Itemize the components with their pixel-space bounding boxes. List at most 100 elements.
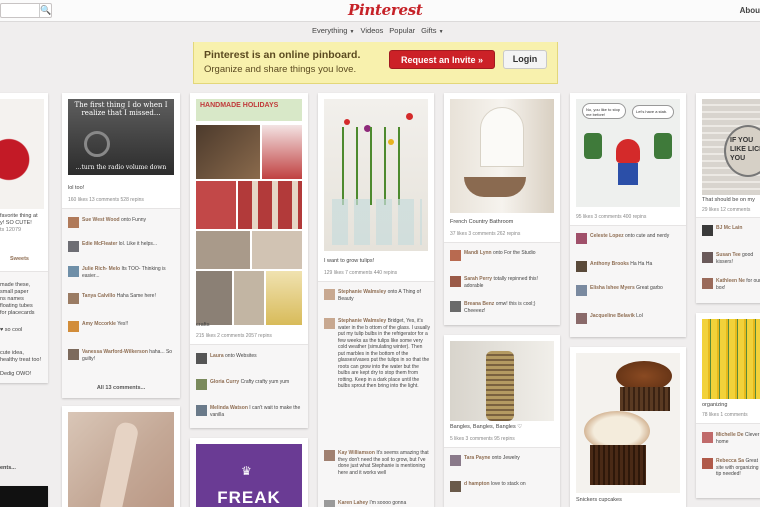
stems xyxy=(342,127,412,205)
pin-card[interactable]: organizing 78 likes 1 comments Michelle … xyxy=(696,313,760,498)
board-link[interactable]: Sweets xyxy=(10,256,29,263)
pin-caption: crafts xyxy=(196,322,210,328)
photo-tile xyxy=(266,271,302,325)
window-arch xyxy=(480,107,524,167)
pin-card[interactable]: Snickers cupcakes xyxy=(570,347,686,507)
avatar[interactable] xyxy=(196,379,207,390)
comments-section: Sue West Wood onto Funny Edie McFleater … xyxy=(62,208,180,398)
pin-image[interactable] xyxy=(450,99,554,213)
pin-caption: French Country Bathroom xyxy=(450,219,514,225)
pin-card[interactable]: The first thing I do when I realize that… xyxy=(62,93,180,398)
comment: Rebecca Sa Great site with organizing ti… xyxy=(702,458,760,478)
photo-tile xyxy=(196,181,236,229)
top-bar: 🔍 Pinterest Abou xyxy=(0,0,760,22)
pin-image[interactable]: ♛ FREAK xyxy=(196,444,302,507)
nav-everything[interactable]: Everything ▼ xyxy=(312,26,354,35)
pin-image[interactable] xyxy=(702,319,760,399)
avatar[interactable] xyxy=(450,250,461,261)
avatar[interactable] xyxy=(68,349,79,360)
all-comments-link[interactable]: All 13 comments... xyxy=(62,385,180,391)
avatar[interactable] xyxy=(450,455,461,466)
avatar[interactable] xyxy=(196,405,207,416)
comment: Elisha Ishee Myers Great garbo xyxy=(576,285,682,296)
avatar[interactable] xyxy=(702,432,713,443)
pin-image[interactable]: No, you like to stop me before! Let's ha… xyxy=(576,99,680,207)
login-button[interactable]: Login xyxy=(503,50,547,69)
comment: Stephanie Walmsley onto A Thing of Beaut… xyxy=(324,289,430,302)
photo-tile xyxy=(262,125,302,179)
pin-card[interactable]: I want to grow tulips! 129 likes 7 comme… xyxy=(318,93,434,507)
comment-text: cute idea, healthy treat too! xyxy=(0,350,41,364)
pin-image[interactable]: The first thing I do when I realize that… xyxy=(68,99,174,175)
more-comments-link[interactable]: ents... xyxy=(0,465,16,472)
speech-bubble: No, you like to stop me before! xyxy=(582,103,626,119)
comments-section: Michelle De Clever home Rebecca Sa Great… xyxy=(696,423,760,498)
comments-section: Laura onto Websites Gloria Curry Crafty … xyxy=(190,344,308,428)
avatar[interactable] xyxy=(576,261,587,272)
avatar[interactable] xyxy=(450,276,461,287)
search-input[interactable]: 🔍 xyxy=(0,3,52,18)
avatar[interactable] xyxy=(196,353,207,364)
chevron-down-icon: ▼ xyxy=(438,29,444,35)
comments-section: made these, small paper ns names floatin… xyxy=(0,271,48,383)
avatar[interactable] xyxy=(450,481,461,492)
pin-card[interactable]: French Country Bathroom 37 likes 3 comme… xyxy=(444,93,560,325)
pin-stats: 5 likes 3 comments 95 repins xyxy=(450,436,515,442)
pin-image[interactable]: IF YOU LIKE LICK YOU xyxy=(702,99,760,195)
avatar[interactable] xyxy=(324,318,335,329)
avatar[interactable] xyxy=(68,241,79,252)
avatar[interactable] xyxy=(324,450,335,461)
nav-videos[interactable]: Videos xyxy=(360,26,383,35)
pin-card[interactable]: IF YOU LIKE LICK YOU That should be on m… xyxy=(696,93,760,303)
about-link[interactable]: Abou xyxy=(740,6,760,15)
ninja-turtle xyxy=(584,133,602,159)
comment: Gloria Curry Crafty crafty yum yum xyxy=(196,379,304,390)
pin-image[interactable] xyxy=(68,412,174,507)
search-icon[interactable]: 🔍 xyxy=(39,4,51,17)
pin-image[interactable]: HANDMADE HOLIDAYS xyxy=(196,99,302,325)
avatar[interactable] xyxy=(702,252,713,263)
comment: Kay Williamson It's seems amazing that t… xyxy=(324,450,430,476)
comment: Anthony Brooks Ha Ha Ha xyxy=(576,261,682,272)
avatar[interactable] xyxy=(68,266,79,277)
pinterest-logo[interactable]: Pinterest xyxy=(348,1,423,19)
nav-gifts[interactable]: Gifts ▼ xyxy=(421,26,443,35)
request-invite-button[interactable]: Request an Invite » xyxy=(389,50,495,69)
avatar[interactable] xyxy=(702,278,713,289)
pin-caption: organizing xyxy=(702,402,728,408)
avatar[interactable] xyxy=(576,313,587,324)
pin-image[interactable] xyxy=(450,341,554,421)
pin-image[interactable] xyxy=(324,99,428,251)
caption-line: y! SO CUTE! xyxy=(0,220,32,226)
photo-tile xyxy=(234,271,264,325)
pin-card[interactable] xyxy=(0,486,48,507)
avatar[interactable] xyxy=(324,289,335,300)
comment: Celeste Lopez onto cute and nerdy xyxy=(576,233,682,244)
avatar[interactable] xyxy=(576,233,587,244)
pin-card[interactable]: Bangles, Bangles, Bangles ♡ 5 likes 3 co… xyxy=(444,335,560,507)
avatar[interactable] xyxy=(68,293,79,304)
avatar[interactable] xyxy=(68,321,79,332)
nav-popular[interactable]: Popular xyxy=(389,26,415,35)
comment: Melinda Watson I can't wait to make the … xyxy=(196,405,304,418)
pin-card[interactable]: favorite thing at y! SO CUTE! ts 12079 S… xyxy=(0,93,48,383)
avatar[interactable] xyxy=(702,225,713,236)
pin-card[interactable]: HANDMADE HOLIDAYS crafts 215 likes 2 com… xyxy=(190,93,308,428)
pin-stats: 95 likes 3 comments 400 repins xyxy=(576,214,647,220)
pin-card[interactable] xyxy=(62,406,180,507)
avatar[interactable] xyxy=(576,285,587,296)
avatar[interactable] xyxy=(68,217,79,228)
pin-card[interactable]: No, you like to stop me before! Let's ha… xyxy=(570,93,686,337)
category-nav: Everything ▼ Videos Popular Gifts ▼ xyxy=(312,26,444,35)
comment-line: cute idea, xyxy=(0,350,24,356)
avatar[interactable] xyxy=(324,500,335,507)
avatar[interactable] xyxy=(450,301,461,312)
comments-section: Stephanie Walmsley onto A Thing of Beaut… xyxy=(318,281,434,507)
comment: Laura onto Websites xyxy=(196,353,304,364)
avatar[interactable] xyxy=(702,458,713,469)
mario-figure xyxy=(616,139,640,163)
pin-image[interactable] xyxy=(0,99,44,209)
pin-image[interactable] xyxy=(576,353,680,493)
foot-jewelry xyxy=(98,420,140,507)
pin-card[interactable]: ♛ FREAK xyxy=(190,438,308,507)
